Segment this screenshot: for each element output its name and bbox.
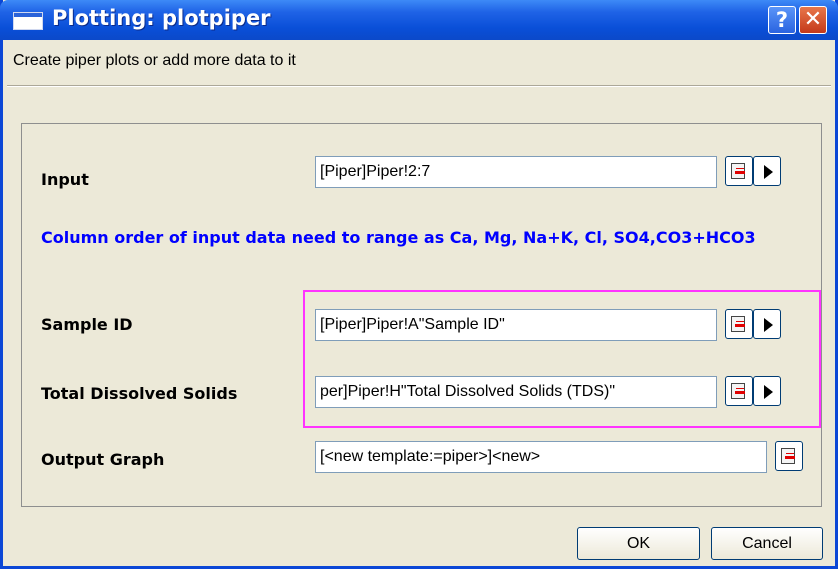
title-bar[interactable]: Plotting: plotpiper ? ✕ <box>0 0 838 40</box>
dialog-window: Plotting: plotpiper ? ✕ Create piper plo… <box>0 0 838 569</box>
select-range-icon[interactable] <box>725 156 753 186</box>
input-field[interactable]: [Piper]Piper!2:7 <box>315 156 717 188</box>
highlight-box <box>303 290 821 428</box>
sample-id-label: Sample ID <box>41 315 133 334</box>
output-graph-field[interactable]: [<new template:=piper>]<new> <box>315 441 767 473</box>
window-icon <box>13 12 43 30</box>
dialog-description: Create piper plots or add more data to i… <box>13 52 296 69</box>
column-order-note: Column order of input data need to range… <box>41 228 756 247</box>
separator <box>7 85 831 87</box>
tds-label: Total Dissolved Solids <box>41 384 238 403</box>
cancel-button[interactable]: Cancel <box>711 527 823 560</box>
help-button[interactable]: ? <box>768 6 796 34</box>
input-label: Input <box>41 170 89 189</box>
select-range-icon[interactable] <box>775 441 803 471</box>
ok-button[interactable]: OK <box>577 527 700 560</box>
window-title: Plotting: plotpiper <box>52 6 271 30</box>
output-graph-label: Output Graph <box>41 450 165 469</box>
close-button[interactable]: ✕ <box>799 6 827 34</box>
menu-arrow-icon[interactable] <box>753 156 781 186</box>
